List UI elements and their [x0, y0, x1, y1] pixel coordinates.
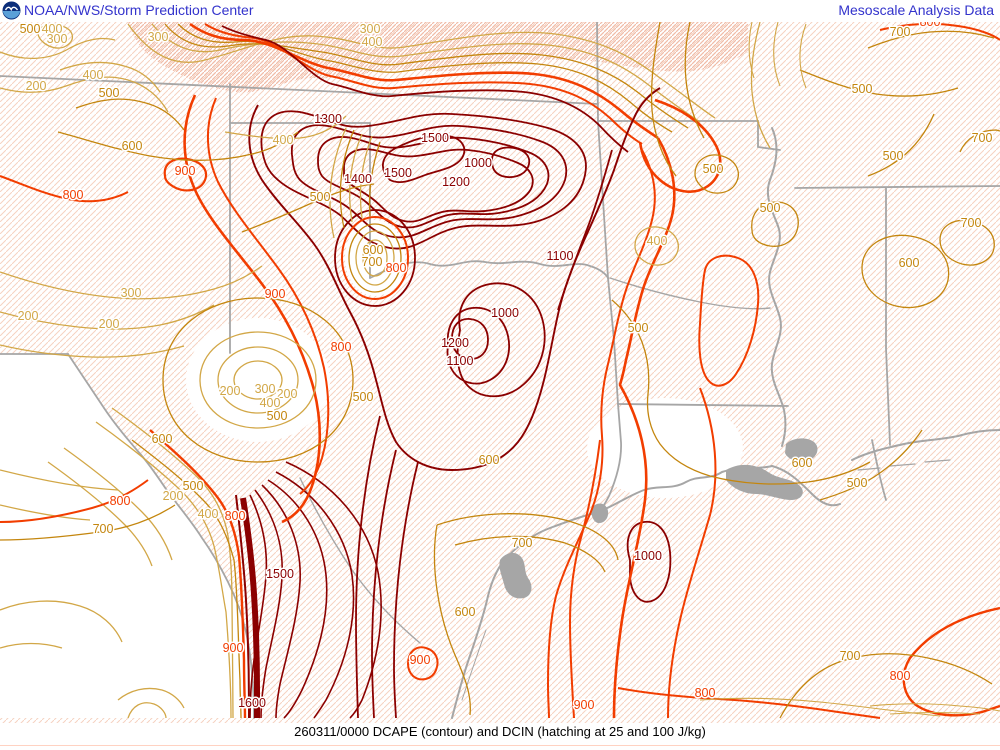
- header-bar: NOAA/NWS/Storm Prediction Center Mesosca…: [0, 0, 1000, 22]
- contour-label: 300: [255, 382, 276, 396]
- contour-label: 1000: [491, 306, 519, 320]
- contour-label: 800: [225, 509, 246, 523]
- contour-label: 600: [792, 456, 813, 470]
- contour-label: 800: [695, 686, 716, 700]
- contour-label: 600: [455, 605, 476, 619]
- contour-label: 900: [265, 287, 286, 301]
- map-canvas[interactable]: 5004003003002004005006004005008009003002…: [0, 0, 1000, 750]
- contour-label: 800: [110, 494, 131, 508]
- contour-label: 700: [362, 255, 383, 269]
- contour-label: 500: [847, 476, 868, 490]
- contour-label: 500: [99, 86, 120, 100]
- contour-label: 200: [220, 384, 241, 398]
- contour-label: 900: [410, 653, 431, 667]
- contour-label: 700: [961, 216, 982, 230]
- contour-label: 600: [479, 453, 500, 467]
- contour-label: 1200: [442, 175, 470, 189]
- contour-label: 400: [647, 234, 668, 248]
- contour-label: 200: [26, 79, 47, 93]
- contour-label: 1500: [384, 166, 412, 180]
- contour-label: 700: [840, 649, 861, 663]
- contour-label: 900: [574, 698, 595, 712]
- contour-label: 1400: [344, 172, 372, 186]
- contour-label: 400: [362, 35, 383, 49]
- contour-label: 900: [175, 164, 196, 178]
- contour-label: 500: [353, 390, 374, 404]
- contour-label: 1100: [447, 354, 474, 368]
- contour-label: 500: [703, 162, 724, 176]
- contour-label: 400: [198, 507, 219, 521]
- unhatched-region: [587, 398, 743, 498]
- contour-label: 500: [183, 479, 204, 493]
- spc-mesoanalysis-page: NOAA/NWS/Storm Prediction Center Mesosca…: [0, 0, 1000, 750]
- contour-label: 300: [360, 22, 381, 36]
- contour-label: 400: [83, 68, 104, 82]
- contour-label: 200: [18, 309, 39, 323]
- contour-label: 500: [20, 22, 41, 36]
- contour-label: 800: [890, 669, 911, 683]
- contour-label: 200: [163, 489, 184, 503]
- contour-label: 600: [152, 432, 173, 446]
- header-left-link[interactable]: NOAA/NWS/Storm Prediction Center: [24, 2, 254, 18]
- contour-label: 800: [63, 188, 84, 202]
- contour-label: 900: [223, 641, 244, 655]
- contour-label: 400: [273, 133, 294, 147]
- contour-label: 1100: [547, 249, 574, 263]
- header-right-link[interactable]: Mesoscale Analysis Data: [838, 2, 994, 18]
- contour-label: 800: [331, 340, 352, 354]
- contour-label: 1500: [266, 567, 294, 581]
- contour-label: 1600: [238, 696, 266, 710]
- contour-label: 300: [47, 32, 68, 46]
- contour-label: 500: [267, 409, 288, 423]
- contour-label: 400: [260, 396, 281, 410]
- contour-label: 500: [883, 149, 904, 163]
- noaa-logo-icon: [2, 1, 21, 20]
- contour-label: 1000: [634, 549, 662, 563]
- bottom-rule: [0, 745, 1000, 746]
- contour-label: 600: [899, 256, 920, 270]
- contour-label: 500: [852, 82, 873, 96]
- contour-label: 700: [512, 536, 533, 550]
- contour-label: 300: [121, 286, 142, 300]
- contour-label: 1300: [314, 112, 342, 126]
- contour-label: 500: [310, 190, 331, 204]
- unhatched-region: [186, 318, 330, 442]
- contour-label: 1500: [421, 131, 449, 145]
- contour-label: 800: [386, 261, 407, 275]
- contour-label: 1000: [464, 156, 492, 170]
- contour-label: 300: [148, 30, 169, 44]
- contour-label: 700: [972, 131, 993, 145]
- contour-label: 700: [890, 25, 911, 39]
- map-caption: 260311/0000 DCAPE (contour) and DCIN (ha…: [0, 724, 1000, 739]
- contour-label: 500: [760, 201, 781, 215]
- dcape-contour-map[interactable]: 5004003003002004005006004005008009003002…: [0, 0, 1000, 750]
- contour-label: 1200: [441, 336, 469, 350]
- contour-label: 700: [93, 522, 114, 536]
- contour-label: 200: [99, 317, 120, 331]
- contour-label: 600: [122, 139, 143, 153]
- contour-label: 500: [628, 321, 649, 335]
- state-border-or-river: [597, 22, 598, 121]
